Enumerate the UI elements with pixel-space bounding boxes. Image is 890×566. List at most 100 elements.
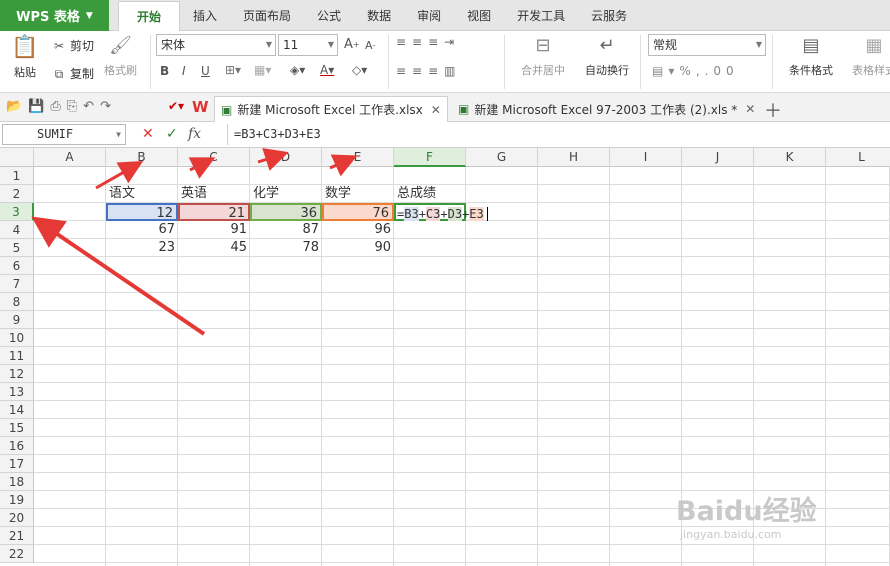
italic-icon[interactable]: I (182, 64, 186, 78)
data-cell[interactable]: 36 (250, 203, 322, 221)
column-header-h[interactable]: H (538, 148, 610, 167)
wrap-text-button[interactable]: ↵ 自动换行 (580, 35, 634, 78)
data-cell[interactable]: 23 (106, 239, 178, 257)
doc-tab-inactive[interactable]: ▣ 新建 Microsoft Excel 97-2003 工作表 (2).xls… (452, 96, 761, 122)
conditional-format-button[interactable]: ▤ 条件格式 (780, 35, 842, 78)
close-icon[interactable]: ✕ (431, 103, 441, 117)
underline-icon[interactable]: U (201, 64, 210, 78)
font-color-icon[interactable]: A▾ (320, 63, 334, 77)
app-menu-button[interactable]: WPS 表格 ▼ (0, 0, 109, 31)
row-header-10[interactable]: 10 (0, 329, 34, 347)
header-cell-1[interactable]: 英语 (178, 185, 250, 203)
vertical-align-icons[interactable]: ≡≡≡⇥ (396, 35, 460, 49)
data-cell[interactable]: 45 (178, 239, 250, 257)
cut-button[interactable]: ✂ 剪切 (52, 37, 94, 54)
app-name: WPS 表格 (16, 10, 80, 25)
decrease-font-icon[interactable]: A- (365, 39, 375, 52)
row-header-22[interactable]: 22 (0, 545, 34, 563)
tab-7[interactable]: 开发工具 (504, 0, 578, 31)
row-header-8[interactable]: 8 (0, 293, 34, 311)
data-cell[interactable]: 90 (322, 239, 394, 257)
function-icon[interactable]: fx (188, 126, 201, 142)
column-header-e[interactable]: E (322, 148, 394, 167)
data-cell[interactable]: 87 (250, 221, 322, 239)
column-header-a[interactable]: A (34, 148, 106, 167)
row-header-6[interactable]: 6 (0, 257, 34, 275)
tab-6[interactable]: 视图 (454, 0, 504, 31)
border-icon[interactable]: ⊞▾ (225, 63, 241, 77)
column-header-b[interactable]: B (106, 148, 178, 167)
merge-center-button[interactable]: ⊟ 合并居中 (512, 35, 574, 78)
tab-2[interactable]: 页面布局 (230, 0, 304, 31)
row-header-9[interactable]: 9 (0, 311, 34, 329)
column-header-j[interactable]: J (682, 148, 754, 167)
formula-input[interactable]: =B3+C3+D3+E3 (227, 124, 890, 145)
row-header-15[interactable]: 15 (0, 419, 34, 437)
row-header-7[interactable]: 7 (0, 275, 34, 293)
data-cell[interactable]: 76 (322, 203, 394, 221)
header-cell-2[interactable]: 化学 (250, 185, 322, 203)
row-header-19[interactable]: 19 (0, 491, 34, 509)
row-header-4[interactable]: 4 (0, 221, 34, 239)
data-cell[interactable]: 78 (250, 239, 322, 257)
active-formula-cell[interactable]: =B3+C3+D3+E3 (394, 203, 488, 221)
tab-1[interactable]: 插入 (180, 0, 230, 31)
format-painter-button[interactable]: 🖌 格式刷 (104, 35, 137, 78)
cancel-icon[interactable]: ✕ (142, 126, 154, 142)
column-header-c[interactable]: C (178, 148, 250, 167)
tab-0[interactable]: 开始 (118, 1, 181, 33)
tab-4[interactable]: 数据 (354, 0, 404, 31)
column-header-d[interactable]: D (250, 148, 322, 167)
clear-format-icon[interactable]: ◇▾ (352, 63, 367, 77)
copy-button[interactable]: ⧉ 复制 (52, 65, 94, 82)
row-header-12[interactable]: 12 (0, 365, 34, 383)
new-tab-icon[interactable]: ＋ (764, 97, 782, 123)
paste-button[interactable]: 📋 粘贴 (8, 35, 42, 80)
font-name-select[interactable]: 宋体 ▼ (156, 34, 276, 56)
column-header-k[interactable]: K (754, 148, 826, 167)
quick-access-icons[interactable]: 📂💾⎙⎘↶↷ (6, 99, 117, 114)
row-header-3[interactable]: 3 (0, 203, 34, 221)
column-header-g[interactable]: G (466, 148, 538, 167)
increase-font-icon[interactable]: A + (344, 37, 360, 52)
select-all-corner[interactable] (0, 148, 34, 167)
data-cell[interactable]: 96 (322, 221, 394, 239)
horizontal-align-icons[interactable]: ≡≡≡▥ (396, 64, 462, 78)
name-box[interactable]: SUMIF ▼ (2, 124, 126, 145)
table-style-button[interactable]: ▦ 表格样式 (848, 35, 890, 78)
data-cell[interactable]: 67 (106, 221, 178, 239)
row-header-14[interactable]: 14 (0, 401, 34, 419)
cell-style-icon[interactable]: ▦▾ (254, 63, 271, 77)
row-header-1[interactable]: 1 (0, 167, 34, 185)
row-header-2[interactable]: 2 (0, 185, 34, 203)
row-header-21[interactable]: 21 (0, 527, 34, 545)
row-header-17[interactable]: 17 (0, 455, 34, 473)
doc-tab-active[interactable]: ▣ 新建 Microsoft Excel 工作表.xlsx ✕ (214, 96, 448, 122)
row-header-18[interactable]: 18 (0, 473, 34, 491)
header-cell-3[interactable]: 数学 (322, 185, 394, 203)
data-cell[interactable]: 91 (178, 221, 250, 239)
bold-icon[interactable]: B (160, 64, 169, 78)
tab-8[interactable]: 云服务 (578, 0, 640, 31)
tab-5[interactable]: 审阅 (404, 0, 454, 31)
number-format-select[interactable]: 常规 ▼ (648, 34, 766, 56)
data-cell[interactable]: 21 (178, 203, 250, 221)
fill-color-icon[interactable]: ◈▾ (290, 63, 305, 77)
close-icon[interactable]: ✕ (745, 102, 755, 116)
row-header-16[interactable]: 16 (0, 437, 34, 455)
row-header-13[interactable]: 13 (0, 383, 34, 401)
number-style-icons[interactable]: ▤▾%‚.00 (652, 64, 739, 78)
row-header-20[interactable]: 20 (0, 509, 34, 527)
confirm-icon[interactable]: ✓ (166, 126, 178, 142)
data-cell[interactable]: 12 (106, 203, 178, 221)
row-header-11[interactable]: 11 (0, 347, 34, 365)
row-header-5[interactable]: 5 (0, 239, 34, 257)
column-header-f[interactable]: F (394, 148, 466, 167)
column-header-l[interactable]: L (826, 148, 890, 167)
pin-icon[interactable]: ✔▾ (168, 99, 184, 113)
font-size-select[interactable]: 11 ▼ (278, 34, 338, 56)
column-header-i[interactable]: I (610, 148, 682, 167)
header-cell-4[interactable]: 总成绩 (394, 185, 466, 203)
tab-3[interactable]: 公式 (304, 0, 354, 31)
header-cell-0[interactable]: 语文 (106, 185, 178, 203)
